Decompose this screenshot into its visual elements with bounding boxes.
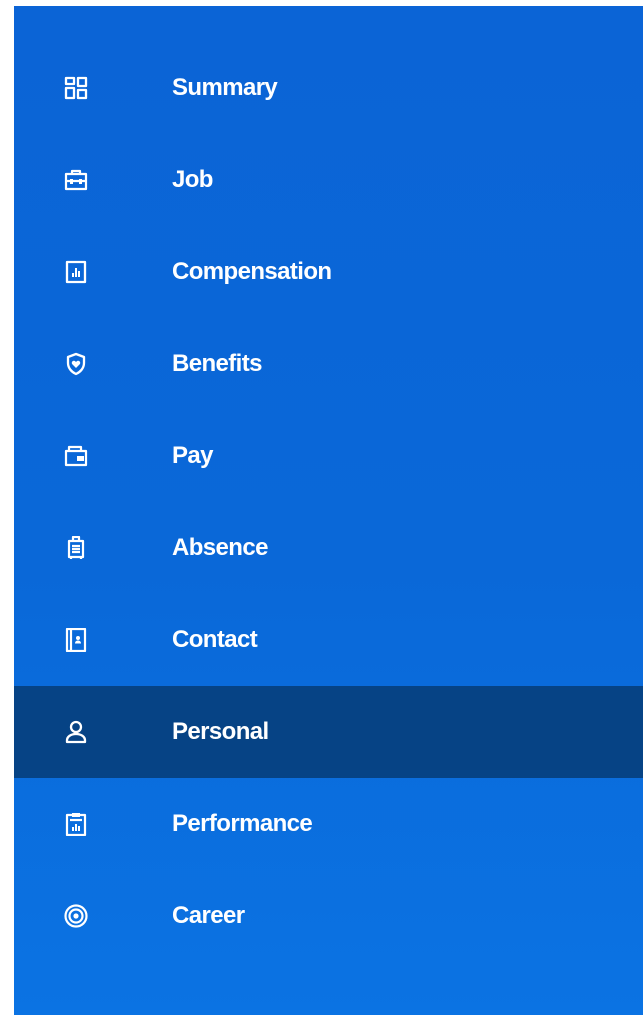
sidebar-item-career[interactable]: Career — [14, 870, 643, 962]
sidebar-item-label: Pay — [172, 442, 214, 469]
dashboard-grid-icon — [64, 76, 88, 100]
sidebar-item-job[interactable]: Job — [14, 134, 643, 226]
target-icon — [64, 904, 88, 928]
sidebar-item-performance[interactable]: Performance — [14, 778, 643, 870]
sidebar-item-benefits[interactable]: Benefits — [14, 318, 643, 410]
page: Summary Job Compensation Benefits Pay Ab… — [0, 0, 643, 1015]
sidebar-item-label: Absence — [172, 534, 268, 561]
briefcase-icon — [64, 168, 88, 192]
sidebar-item-summary[interactable]: Summary — [14, 42, 643, 134]
sidebar-item-label: Benefits — [172, 350, 262, 377]
sidebar-item-pay[interactable]: Pay — [14, 410, 643, 502]
sidebar-item-personal[interactable]: Personal — [14, 686, 643, 778]
wallet-icon — [64, 444, 88, 468]
sidebar-item-label: Performance — [172, 810, 313, 837]
sidebar-item-contact[interactable]: Contact — [14, 594, 643, 686]
sidebar-item-label: Summary — [172, 74, 278, 101]
sidebar-item-label: Compensation — [172, 258, 332, 285]
clipboard-chart-icon — [64, 812, 88, 836]
sidebar-item-label: Job — [172, 166, 213, 193]
worker-profile-sidebar: Summary Job Compensation Benefits Pay Ab… — [14, 6, 643, 1015]
person-icon — [64, 720, 88, 744]
luggage-icon — [64, 536, 88, 560]
sidebar-item-label: Career — [172, 902, 245, 929]
sidebar-item-label: Contact — [172, 626, 258, 653]
heart-shield-icon — [64, 352, 88, 376]
contact-book-icon — [64, 628, 88, 652]
sidebar-item-label: Personal — [172, 718, 269, 745]
sidebar-item-absence[interactable]: Absence — [14, 502, 643, 594]
sidebar-item-compensation[interactable]: Compensation — [14, 226, 643, 318]
bar-chart-document-icon — [64, 260, 88, 284]
